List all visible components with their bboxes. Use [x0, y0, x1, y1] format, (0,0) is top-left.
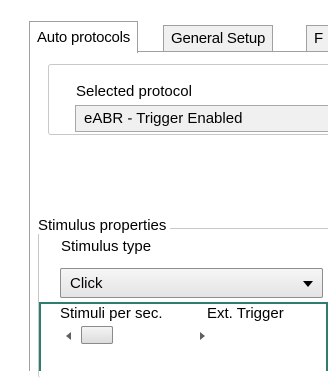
scroll-right-icon[interactable]: [200, 332, 205, 340]
selected-protocol-field: eABR - Trigger Enabled: [75, 105, 328, 132]
tab-auto-protocols[interactable]: Auto protocols: [29, 21, 139, 53]
stimulus-type-value: Click: [70, 275, 103, 292]
tab-f[interactable]: F: [306, 25, 328, 52]
tab-general-setup[interactable]: General Setup: [163, 25, 274, 52]
ext-trigger-label: Ext. Trigger: [207, 305, 284, 322]
stimuli-rate-slider-thumb[interactable]: [81, 326, 113, 344]
stimulus-properties-legend: Stimulus properties: [38, 217, 171, 234]
chevron-down-icon[interactable]: [303, 281, 313, 287]
selected-protocol-label: Selected protocol: [76, 83, 192, 100]
stimuli-per-sec-label: Stimuli per sec.: [60, 305, 163, 322]
tab-strip: Auto protocols General Setup F: [29, 21, 328, 53]
stimulus-type-label: Stimulus type: [61, 238, 152, 255]
scroll-left-icon[interactable]: [66, 332, 71, 340]
panel-border: [29, 51, 30, 371]
